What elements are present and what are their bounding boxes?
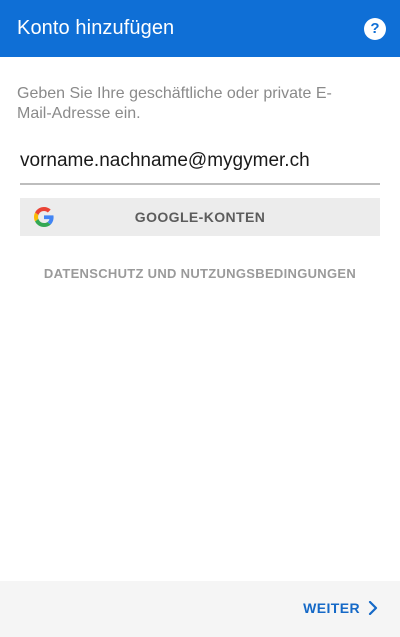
instruction-text: Geben Sie Ihre geschäftliche oder privat… (17, 85, 332, 122)
footer-bar: WEITER (0, 581, 400, 637)
google-g-icon (34, 207, 54, 227)
google-accounts-button[interactable]: GOOGLE-KONTEN (20, 198, 380, 236)
next-button-label: WEITER (303, 600, 360, 616)
privacy-terms-link[interactable]: DATENSCHUTZ UND NUTZUNGSBEDINGUNGEN (0, 266, 400, 281)
email-field[interactable] (20, 146, 380, 185)
app-bar: Konto hinzufügen ? (0, 0, 400, 57)
next-button[interactable]: WEITER (303, 600, 378, 616)
add-account-screen: Konto hinzufügen ? Geben Sie Ihre geschä… (0, 0, 400, 637)
google-button-label: GOOGLE-KONTEN (134, 209, 266, 225)
chevron-right-icon (368, 601, 378, 615)
page-title: Konto hinzufügen (17, 17, 175, 39)
help-icon[interactable]: ? (364, 17, 386, 40)
